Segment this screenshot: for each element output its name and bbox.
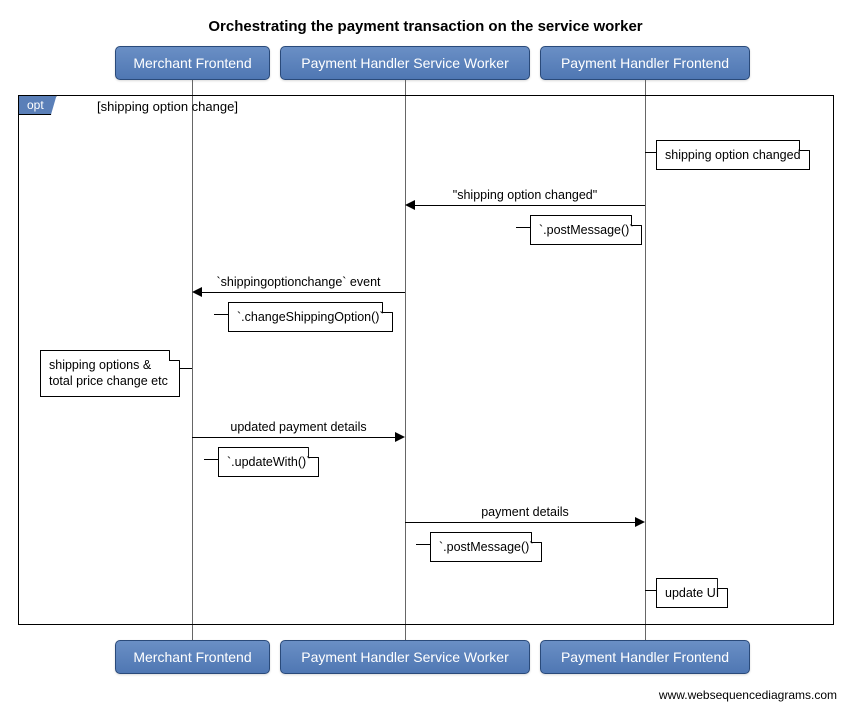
note-change-shipping: `.changeShippingOption()` — [228, 302, 393, 332]
actor-merchant-bottom: Merchant Frontend — [115, 640, 270, 674]
note-options-total-text: shipping options & total price change et… — [49, 358, 168, 388]
actor-sw-top: Payment Handler Service Worker — [280, 46, 530, 80]
diagram-title: Orchestrating the payment transaction on… — [10, 18, 841, 35]
msg4-line — [405, 522, 635, 523]
note-tick-5 — [204, 459, 218, 460]
msg4-label: payment details — [405, 505, 645, 519]
msg2-line — [202, 292, 405, 293]
note-postmsg1: `.postMessage()` — [530, 215, 642, 245]
note-tick-1 — [645, 152, 656, 153]
opt-guard: [shipping option change] — [97, 99, 238, 114]
note-tick-4 — [180, 368, 192, 369]
msg2-label: `shippingoptionchange` event — [192, 275, 405, 289]
note-options-total: shipping options & total price change et… — [40, 350, 180, 397]
msg1-line — [415, 205, 645, 206]
actor-frontend-bottom: Payment Handler Frontend — [540, 640, 750, 674]
note-postmsg2: `.postMessage()` — [430, 532, 542, 562]
actor-merchant-top: Merchant Frontend — [115, 46, 270, 80]
note-tick-6 — [416, 544, 430, 545]
note-tick-3 — [214, 314, 228, 315]
note-tick-7 — [645, 590, 656, 591]
credit-text: www.websequencediagrams.com — [659, 688, 837, 702]
msg3-line — [192, 437, 395, 438]
note-tick-2 — [516, 227, 530, 228]
msg4-arrow — [635, 517, 645, 527]
msg3-label: updated payment details — [192, 420, 405, 434]
msg2-arrow — [192, 287, 202, 297]
msg1-arrow — [405, 200, 415, 210]
note-update-ui: update UI — [656, 578, 728, 608]
opt-label: opt — [18, 95, 57, 115]
actor-frontend-top: Payment Handler Frontend — [540, 46, 750, 80]
note-updatewith: `.updateWith()` — [218, 447, 319, 477]
actor-sw-bottom: Payment Handler Service Worker — [280, 640, 530, 674]
note-shipping-changed: shipping option changed — [656, 140, 810, 170]
msg3-arrow — [395, 432, 405, 442]
msg1-label: "shipping option changed" — [405, 188, 645, 202]
